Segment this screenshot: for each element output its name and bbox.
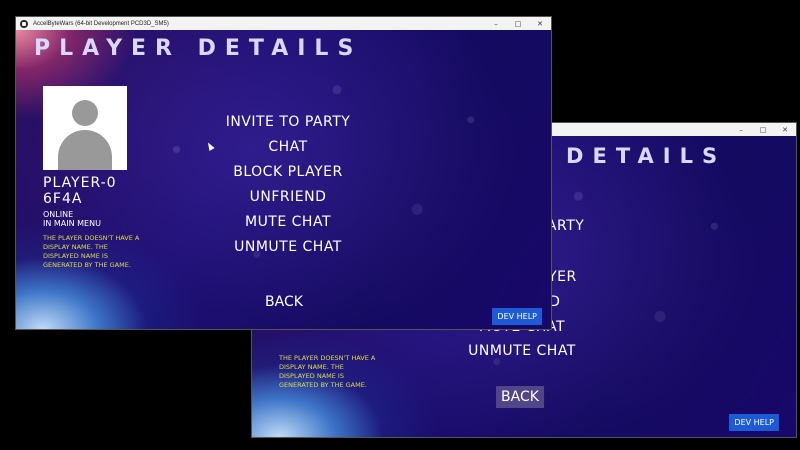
maximize-button[interactable]: □	[752, 123, 774, 136]
display-name-note: THE PLAYER DOESN'T HAVE A DISPLAY NAME. …	[43, 234, 140, 269]
foreground-game-window[interactable]: AccelByteWars (64-bit Development PCD3D_…	[15, 16, 552, 330]
page-title: Player Details	[34, 36, 363, 61]
display-name-note: THE PLAYER DOESN'T HAVE A DISPLAY NAME. …	[279, 354, 376, 389]
invite-to-party-button[interactable]: INVITE TO PARTY	[226, 114, 351, 130]
back-button[interactable]: BACK	[496, 386, 544, 408]
window-title: AccelByteWars (64-bit Development PCD3D_…	[33, 20, 169, 27]
chat-button[interactable]: CHAT	[268, 139, 307, 155]
dev-help-button[interactable]: DEV HELP	[729, 414, 779, 431]
player-avatar	[43, 86, 127, 170]
player-name: PLAYER-0 6F4A	[43, 175, 117, 207]
close-button[interactable]: ✕	[774, 123, 796, 136]
person-silhouette-body	[58, 130, 112, 170]
presence-status: ONLINE	[43, 210, 74, 219]
title-bar[interactable]: AccelByteWars (64-bit Development PCD3D_…	[16, 17, 551, 30]
unfriend-button[interactable]: UNFRIEND	[250, 189, 327, 205]
player-name-line2: 6F4A	[43, 191, 83, 207]
player-name-line1: PLAYER-0	[43, 175, 117, 191]
maximize-button[interactable]: □	[507, 17, 529, 30]
person-silhouette-icon	[72, 100, 98, 126]
close-button[interactable]: ✕	[529, 17, 551, 30]
app-logo-icon	[20, 19, 28, 28]
minimize-button[interactable]: –	[730, 123, 752, 136]
back-button[interactable]: BACK	[265, 294, 303, 310]
minimize-button[interactable]: –	[485, 17, 507, 30]
presence-activity: IN MAIN MENU	[43, 219, 101, 228]
game-viewport: Player Details PLAYER-0 6F4A ONLINE IN M…	[16, 30, 551, 329]
unmute-chat-button[interactable]: UNMUTE CHAT	[234, 239, 342, 255]
player-status: ONLINE IN MAIN MENU	[43, 210, 101, 228]
mute-chat-button[interactable]: MUTE CHAT	[245, 214, 331, 230]
unmute-chat-button[interactable]: UNMUTE CHAT	[468, 343, 576, 359]
block-player-button[interactable]: BLOCK PLAYER	[233, 164, 343, 180]
dev-help-button[interactable]: DEV HELP	[492, 308, 542, 325]
